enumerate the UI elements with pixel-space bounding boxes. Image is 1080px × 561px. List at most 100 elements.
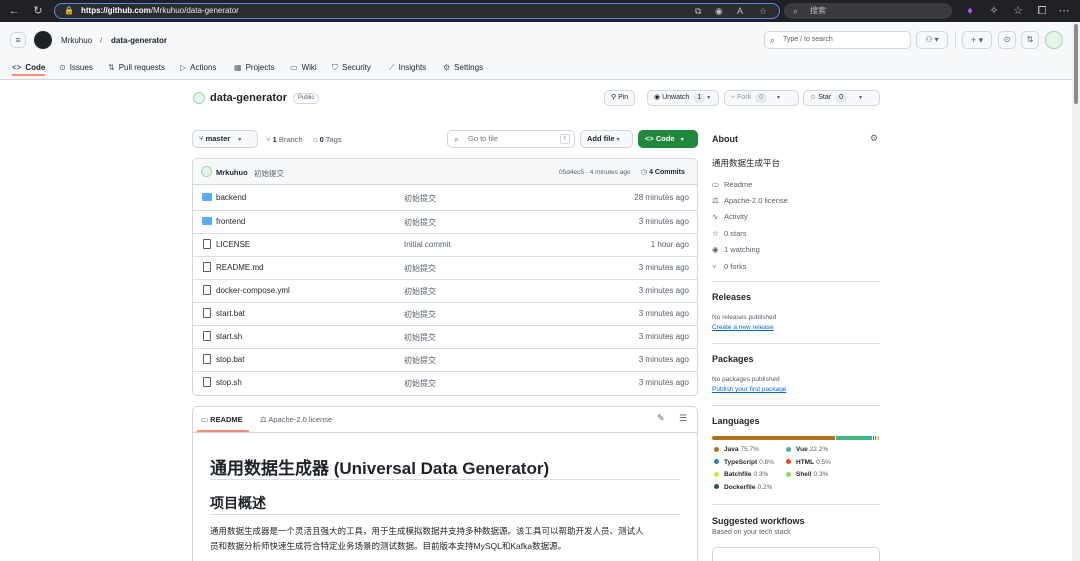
file-commit-message[interactable]: 初始提交 [404, 332, 436, 343]
stars-link[interactable]: ☆ 0 stars [712, 229, 747, 238]
file-name[interactable]: start.bat [216, 309, 245, 318]
repo-link[interactable]: data-generator [111, 36, 167, 45]
file-name[interactable]: backend [216, 193, 246, 202]
branches-link[interactable]: ⑂ 1 Branch [266, 135, 303, 144]
table-row[interactable]: frontend 初始提交 3 minutes ago [193, 210, 697, 233]
table-row[interactable]: stop.bat 初始提交 3 minutes ago [193, 348, 697, 371]
file-commit-message[interactable]: Initial commit [404, 240, 451, 249]
tab-code[interactable]: <> Code [12, 60, 46, 76]
copilot-button[interactable]: ⚇ ▾ [916, 31, 948, 49]
commit-message[interactable]: 初始提交 [254, 168, 284, 179]
more-icon[interactable]: ⋯ [1056, 0, 1072, 22]
branch-select[interactable]: ⑂ master ▾ [192, 130, 258, 148]
tab-settings[interactable]: ⚙ Settings [443, 60, 483, 76]
gear-icon[interactable]: ⚙ [870, 133, 878, 144]
publish-package-link[interactable]: Publish your first package [712, 386, 786, 393]
owner-link[interactable]: Mrkuhuo [61, 36, 92, 45]
file-name[interactable]: start.sh [216, 332, 242, 341]
language-dot [714, 471, 719, 477]
forks-link[interactable]: ⑂ 0 forks [712, 262, 747, 271]
collections-icon[interactable]: ⧠ [1034, 0, 1050, 22]
add-file-button[interactable]: Add file ▾ [580, 130, 633, 148]
language-item[interactable]: Shell 0.3% [786, 471, 828, 478]
address-bar[interactable]: 🔒 https://github.com/Mrkuhuo/data-genera… [54, 3, 780, 19]
language-item[interactable]: Batchfile 0.3% [714, 471, 768, 478]
pull-requests-icon[interactable]: ⇅ [1021, 31, 1039, 49]
table-row[interactable]: start.sh 初始提交 3 minutes ago [193, 325, 697, 348]
table-row[interactable]: start.bat 初始提交 3 minutes ago [193, 302, 697, 325]
unwatch-button[interactable]: ◉ Unwatch 1 ▾ [647, 90, 719, 106]
tab-label: Insights [398, 63, 427, 72]
language-item[interactable]: Vue 22.2% [786, 446, 828, 453]
commit-meta[interactable]: 05d4ec5 · 4 minutes ago [559, 169, 631, 176]
table-row[interactable]: README.md 初始提交 3 minutes ago [193, 256, 697, 279]
table-row[interactable]: stop.sh 初始提交 3 minutes ago [193, 371, 697, 394]
repo-title[interactable]: data-generator [210, 92, 287, 104]
packages-heading[interactable]: Packages [712, 354, 754, 364]
fork-button[interactable]: ⑂ Fork 0 ▾ [724, 90, 799, 106]
tags-link[interactable]: ⌂ 0 Tags [313, 135, 342, 144]
license-link[interactable]: ⚖ Apache-2.0 license [712, 196, 788, 205]
star-button[interactable]: ☆ Star 0 ▾ [803, 90, 880, 106]
file-commit-message[interactable]: 初始提交 [404, 286, 436, 297]
commits-link[interactable]: ◷ 4 Commits [641, 168, 685, 176]
extension-icon[interactable]: ♦ [962, 0, 978, 22]
tab-insights[interactable]: ⟋ Insights [389, 60, 426, 76]
file-commit-message[interactable]: 初始提交 [404, 263, 436, 274]
go-to-file-input[interactable]: ⌕ Go to file t [447, 130, 575, 148]
github-logo-icon[interactable] [34, 31, 52, 49]
outline-list-icon[interactable]: ☰ [679, 413, 687, 424]
create-new-button[interactable]: + ▾ [962, 31, 992, 49]
file-commit-message[interactable]: 初始提交 [404, 378, 436, 389]
edit-pencil-icon[interactable]: ✎ [657, 413, 665, 424]
pin-button[interactable]: ⚲ Pin [604, 90, 636, 106]
commit-author[interactable]: Mrkuhuo [216, 168, 248, 177]
scrollbar-thumb[interactable] [1074, 24, 1078, 104]
file-name[interactable]: README.md [216, 263, 264, 272]
file-name[interactable]: LICENSE [216, 240, 250, 249]
activity-link[interactable]: ∿ Activity [712, 212, 748, 221]
table-row[interactable]: docker-compose.yml 初始提交 3 minutes ago [193, 279, 697, 302]
table-row[interactable]: LICENSE Initial commit 1 hour ago [193, 233, 697, 256]
language-item[interactable]: Java 75.7% [714, 446, 759, 453]
watching-link[interactable]: ◉ 1 watching [712, 245, 760, 254]
menu-icon[interactable]: ≡ [10, 32, 26, 48]
read-aloud-icon[interactable]: A [737, 4, 743, 18]
releases-heading[interactable]: Releases [712, 292, 751, 302]
issues-icon[interactable]: ⊙ [998, 31, 1016, 49]
license-tab[interactable]: ⚖ Apache-2.0 license [260, 415, 332, 424]
extensions-puzzle-icon[interactable]: ✧ [986, 0, 1002, 22]
share-icon[interactable]: ⧉ [695, 4, 701, 18]
readme-tab[interactable]: ▭ README [201, 415, 243, 424]
reload-icon[interactable]: ↻ [30, 0, 46, 22]
browser-search-box[interactable]: ⌕ 搜索 [784, 3, 952, 19]
file-name[interactable]: docker-compose.yml [216, 286, 290, 295]
tab-security[interactable]: ⛉ Security [332, 60, 371, 76]
tab-issues[interactable]: ⊙ Issues [59, 60, 93, 76]
code-button[interactable]: <> Code ▾ [638, 130, 698, 148]
file-name[interactable]: frontend [216, 217, 245, 226]
file-name[interactable]: stop.sh [216, 378, 242, 387]
file-commit-message[interactable]: 初始提交 [404, 217, 436, 228]
tab-projects[interactable]: ▦ Projects [234, 60, 274, 76]
github-search-input[interactable]: ⌕ Type / to search [764, 31, 911, 49]
shield-browser-icon[interactable]: ◉ [715, 4, 723, 18]
file-name[interactable]: stop.bat [216, 355, 244, 364]
back-arrow-icon[interactable]: ← [6, 0, 22, 22]
create-release-link[interactable]: Create a new release [712, 324, 774, 331]
table-row[interactable]: backend 初始提交 28 minutes ago [193, 187, 697, 210]
file-commit-message[interactable]: 初始提交 [404, 355, 436, 366]
file-commit-message[interactable]: 初始提交 [404, 309, 436, 320]
language-item[interactable]: TypeScript 0.8% [714, 459, 774, 466]
favorite-star-icon[interactable]: ☆ [759, 4, 767, 18]
tab-pull-requests[interactable]: ⇅ Pull requests [108, 60, 165, 76]
workflow-card[interactable] [712, 547, 880, 561]
readme-link[interactable]: ▭ Readme [712, 180, 752, 189]
language-item[interactable]: HTML 0.5% [786, 459, 831, 466]
favorites-icon[interactable]: ☆ [1010, 0, 1026, 22]
file-commit-message[interactable]: 初始提交 [404, 193, 436, 204]
language-item[interactable]: Dockerfile 0.2% [714, 484, 772, 491]
tab-wiki[interactable]: ▭ Wiki [290, 60, 317, 76]
avatar[interactable] [1045, 31, 1063, 49]
tab-actions[interactable]: ▷ Actions [180, 60, 216, 76]
